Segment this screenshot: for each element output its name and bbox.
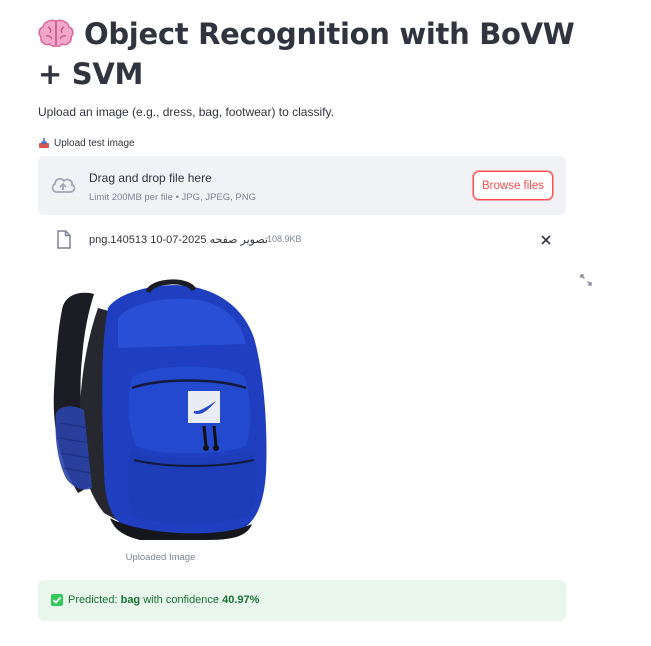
inbox-tray-icon [39, 138, 49, 148]
file-name: تصویر صفحه 2025-07-10 140513.png [89, 234, 268, 246]
uploaded-file-row: تصویر صفحه 2025-07-10 140513.png 108.9KB [38, 226, 566, 254]
browse-files-button[interactable]: Browse files [473, 171, 553, 200]
fullscreen-icon[interactable] [580, 274, 592, 286]
dropzone-title: Drag and drop file here [89, 171, 212, 185]
page-title-text: Object Recognition with BoVW + SVM [38, 17, 575, 91]
predicted-label: bag [120, 594, 141, 606]
prediction-text: Predicted: bag with confidence 40.97% [68, 594, 259, 606]
file-icon [57, 230, 71, 249]
prediction-alert: Predicted: bag with confidence 40.97% [38, 580, 566, 621]
image-caption: Uploaded Image [125, 552, 196, 563]
check-mark-icon [51, 594, 63, 606]
page-subtitle: Upload an image (e.g., dress, bag, footw… [38, 105, 334, 119]
prediction-prefix: Predicted: [68, 594, 121, 606]
page-title: Object Recognition with BoVW + SVM [38, 14, 578, 94]
close-icon[interactable] [538, 232, 554, 248]
prediction-confidence: 40.97% [222, 594, 260, 606]
brain-icon [38, 19, 74, 48]
dropzone-limits: Limit 200MB per file • JPG, JPEG, PNG [89, 192, 256, 203]
file-dropzone[interactable]: Drag and drop file here Limit 200MB per … [38, 156, 566, 215]
uploader-label: Upload test image [38, 137, 135, 149]
uploaded-image [53, 279, 267, 540]
prediction-middle: with confidence [140, 594, 223, 606]
cloud-upload-icon [51, 177, 76, 193]
uploader-label-text: Upload test image [54, 137, 135, 149]
file-size: 108.9KB [267, 234, 302, 244]
